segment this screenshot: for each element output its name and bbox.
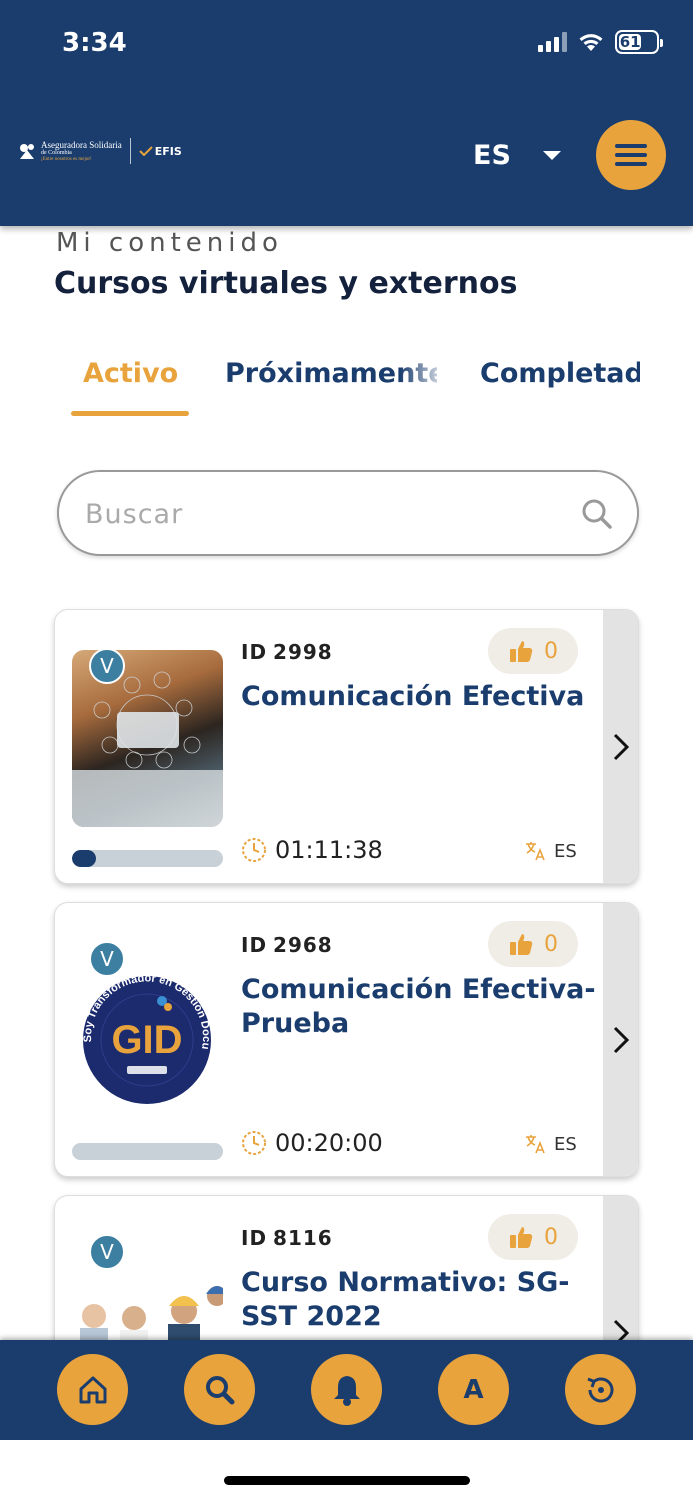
efis-check-icon [139,146,153,156]
like-button[interactable]: 0 [488,921,578,967]
course-id-label: ID [241,933,268,957]
profile-initial: A [463,1374,484,1405]
chevron-right-icon [613,1026,629,1053]
like-count: 0 [544,638,558,664]
section-subtitle: Mi contenido [56,228,283,258]
virtual-badge: V [89,648,125,684]
thumbs-up-icon [510,934,533,955]
course-title[interactable]: Comunicación Efectiva- Prueba [241,973,606,1041]
partner-logo-text: EFIS [154,144,182,158]
search-icon[interactable] [581,498,613,530]
tab-activo[interactable]: Activo [83,358,178,389]
course-id-label: ID [241,640,268,664]
brand-logo: Aseguradora Solidaria de Colombia ¡Entre… [17,138,182,164]
course-language-value: ES [554,840,577,862]
like-button[interactable]: 0 [488,628,578,674]
course-duration-value: 00:20:00 [275,1129,383,1157]
virtual-badge: V [89,1234,125,1270]
logo-sub: de Colombia [41,150,72,156]
open-course-button[interactable] [603,610,638,883]
course-id-label: ID [241,1226,268,1250]
search-bar [57,470,639,556]
clock-icon [242,1131,266,1155]
wifi-icon [579,34,603,51]
course-title[interactable]: Curso Normativo: SG-SST 2022 [241,1266,606,1334]
virtual-badge: V [89,941,125,977]
hamburger-menu-button[interactable] [596,120,666,190]
menu-icon [615,144,647,148]
course-tabs: Activo Próximamente Completado [0,352,640,422]
course-card[interactable]: Soy Transformador en Gestión Documental … [54,902,639,1177]
app-header: 3:34 61 Aseguradora Solidaria de Colombi… [0,0,693,226]
course-language-value: ES [554,1133,577,1155]
course-progress-fill [72,850,97,867]
home-indicator[interactable] [224,1476,470,1485]
active-tab-indicator [71,411,189,416]
clock-icon [242,838,266,862]
language-selector[interactable]: ES [473,140,511,171]
course-card[interactable]: V ID 2998 0 Comunicación Efectiva 01:11:3… [54,609,639,884]
logo-name: Aseguradora Solidaria [41,140,122,150]
course-duration-value: 01:11:38 [275,836,383,864]
battery-icon: 61 [615,30,663,54]
chevron-right-icon [613,733,629,760]
brand-emblem-icon [20,144,34,159]
translate-icon [526,842,545,861]
course-id-value: 2998 [273,640,333,664]
course-id: ID 2968 [241,933,333,957]
gid-text: GID [111,1018,182,1062]
nav-profile-button[interactable]: A [438,1354,509,1425]
course-id-value: 8116 [273,1226,333,1250]
history-icon [586,1377,613,1402]
open-course-button[interactable] [603,903,638,1176]
course-language: ES [524,1133,577,1155]
nav-notifications-button[interactable] [311,1354,382,1425]
search-input[interactable] [85,492,565,536]
chevron-down-icon[interactable] [543,151,561,160]
partner-logo: EFIS [139,145,182,158]
like-count: 0 [544,931,558,957]
nav-search-button[interactable] [184,1354,255,1425]
nav-home-button[interactable] [57,1354,128,1425]
signal-icon [538,32,567,52]
like-button[interactable]: 0 [488,1214,578,1260]
thumbs-up-icon [510,1227,533,1248]
course-title[interactable]: Comunicación Efectiva [241,680,606,714]
course-language: ES [524,840,577,862]
course-id: ID 8116 [241,1226,333,1250]
course-id-value: 2968 [273,933,333,957]
status-icons: 61 [538,30,663,54]
thumbs-up-icon [510,641,533,662]
bell-icon [333,1375,360,1406]
nav-history-button[interactable] [565,1354,636,1425]
course-id: ID 2998 [241,640,333,664]
bottom-navigation: A [0,1340,693,1440]
translate-icon [526,1135,545,1154]
logo-divider [129,138,131,164]
course-duration: 01:11:38 [241,836,383,864]
page-title: Cursos virtuales y externos [54,266,518,301]
course-progress-bar [72,1143,223,1160]
home-icon [79,1376,106,1403]
search-icon [205,1375,234,1404]
course-progress-bar [72,850,223,867]
status-time: 3:34 [62,28,127,58]
battery-level: 61 [619,33,642,51]
logo-tagline: ¡Entre nosotros es mejor! [41,157,92,162]
tab-completado[interactable]: Completado [480,358,640,389]
like-count: 0 [544,1224,558,1250]
course-duration: 00:20:00 [241,1129,383,1157]
